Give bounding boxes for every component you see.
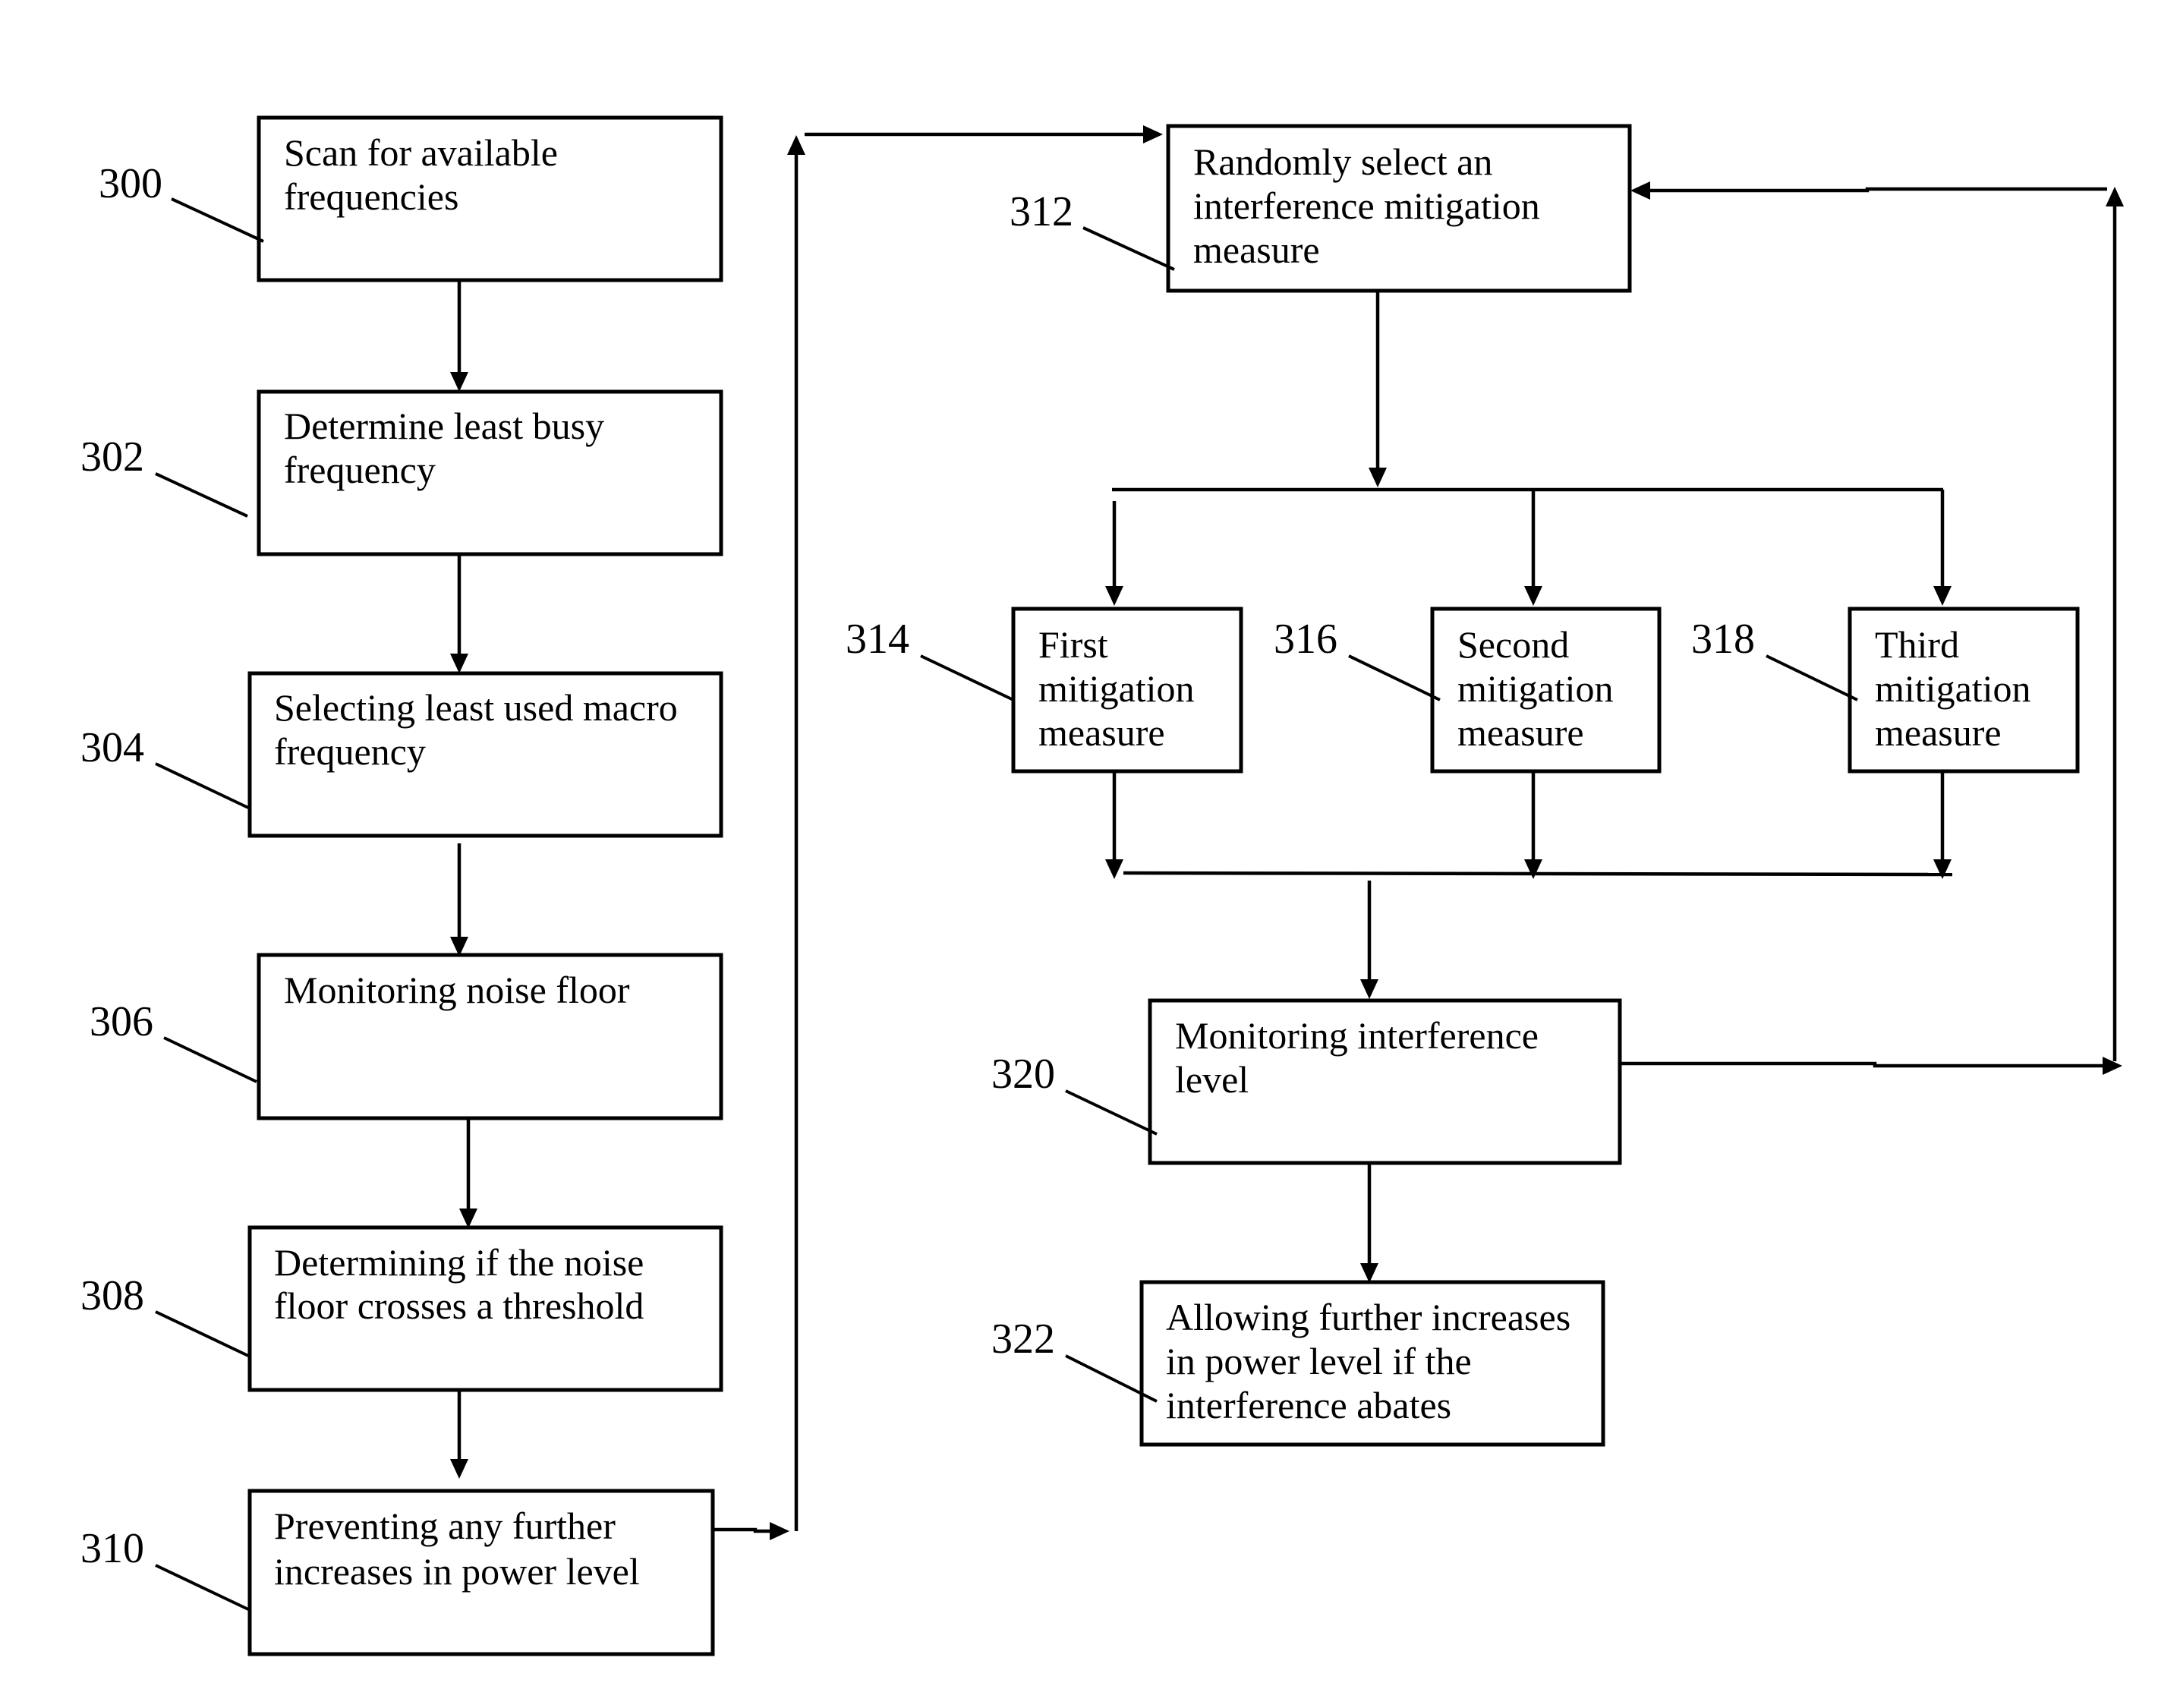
ref-label: 316	[1274, 616, 1337, 663]
arrowhead-icon	[450, 654, 468, 673]
leader-line	[155, 472, 248, 518]
step-312: Randomly select an interference mitigati…	[1010, 124, 1632, 293]
ref-label: 304	[80, 724, 144, 771]
leader-line	[155, 1310, 249, 1357]
leader-line	[171, 197, 264, 243]
step-322: Allowing further increases in power leve…	[991, 1280, 1605, 1447]
step-302: Determine least busy frequency 302	[80, 389, 723, 556]
leader-line	[920, 654, 1014, 701]
merge-bus	[1123, 871, 1953, 877]
step-320: Monitoring interference level 320	[991, 998, 1622, 1165]
arrowhead-icon	[1524, 859, 1542, 879]
arrowhead-icon	[787, 135, 805, 155]
ref-label: 308	[80, 1272, 144, 1319]
arrowhead-icon	[450, 372, 468, 392]
ref-label: 314	[846, 616, 909, 663]
arrowhead-icon	[1369, 468, 1387, 487]
ref-label: 310	[80, 1525, 144, 1572]
arrowhead-icon	[770, 1522, 789, 1540]
ref-label: 318	[1691, 616, 1755, 663]
ref-label: 302	[80, 433, 144, 481]
arrowhead-icon	[1105, 859, 1123, 879]
ref-label: 320	[991, 1051, 1055, 1098]
step-310: Preventing any further increases in powe…	[80, 1489, 715, 1656]
ref-label: 300	[99, 160, 162, 207]
arrowhead-icon	[450, 1459, 468, 1479]
step-text: Determining if the noise floor crosses a…	[274, 1241, 654, 1327]
leader-line	[1082, 226, 1175, 271]
leader-line	[1766, 654, 1858, 701]
ref-label: 306	[90, 998, 153, 1045]
feedback-in	[1647, 187, 2107, 193]
leader-line	[1065, 1089, 1158, 1136]
arrowhead-icon	[1524, 586, 1542, 606]
leader-line	[155, 1564, 249, 1611]
step-308: Determining if the noise floor crosses a…	[80, 1225, 723, 1392]
arrowhead-icon	[1360, 1263, 1378, 1283]
step-314: First mitigation measure 314	[846, 607, 1243, 774]
arrowhead-icon	[1630, 181, 1650, 200]
step-300: Scan for available frequencies 300	[99, 115, 723, 282]
feedback-out	[1620, 1061, 2107, 1068]
arrowhead-icon	[1360, 979, 1378, 999]
leader-line	[1348, 654, 1441, 701]
arrowhead-icon	[2106, 187, 2124, 206]
ref-label: 312	[1010, 188, 1073, 235]
arrowhead-icon	[1933, 586, 1952, 606]
ref-label: 322	[991, 1316, 1055, 1363]
step-318: Third mitigation measure 318	[1691, 607, 2080, 774]
step-304: Selecting least used macro frequency 304	[80, 671, 723, 838]
step-306: Monitoring noise floor 306	[90, 953, 723, 1120]
arrowhead-icon	[1143, 125, 1163, 143]
arrowhead-icon	[2103, 1057, 2122, 1075]
arrowhead-icon	[1105, 586, 1123, 606]
step-316: Second mitigation measure 316	[1274, 607, 1662, 774]
arrow-310-to-riser	[706, 1527, 774, 1533]
leader-line	[163, 1036, 257, 1083]
leader-line	[155, 762, 249, 809]
arrowhead-icon	[459, 1209, 477, 1228]
step-text: Monitoring noise floor	[284, 969, 630, 1011]
flowchart-diagram: Scan for available frequencies 300 Deter…	[80, 115, 2124, 1656]
